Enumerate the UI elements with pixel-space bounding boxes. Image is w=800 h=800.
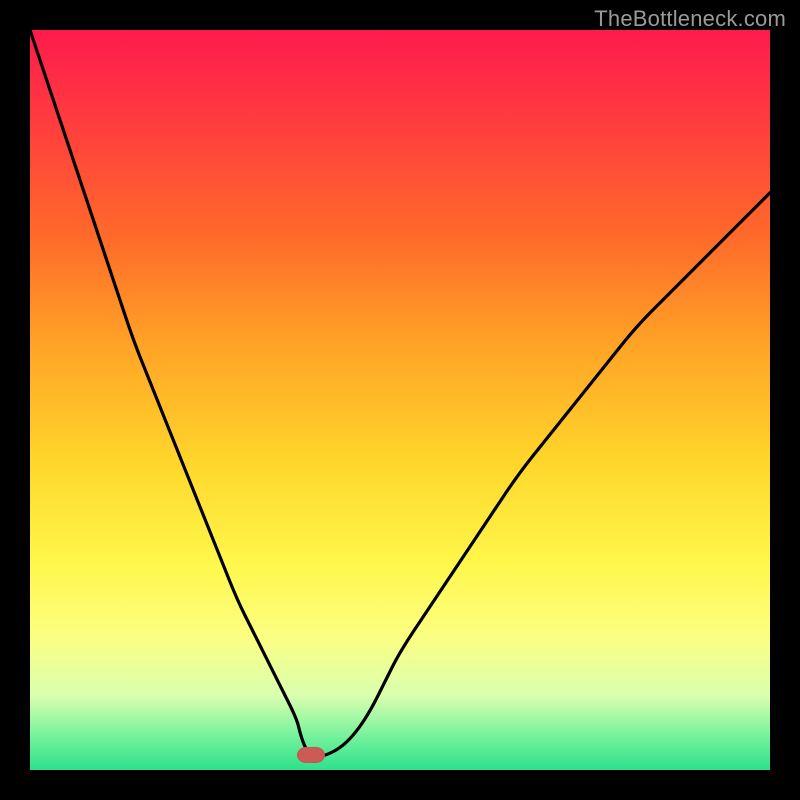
optimal-marker	[297, 747, 325, 763]
bottleneck-curve	[30, 30, 770, 770]
curve-path	[30, 30, 770, 755]
plot-area	[30, 30, 770, 770]
watermark-text: TheBottleneck.com	[594, 6, 786, 32]
frame: TheBottleneck.com	[0, 0, 800, 800]
